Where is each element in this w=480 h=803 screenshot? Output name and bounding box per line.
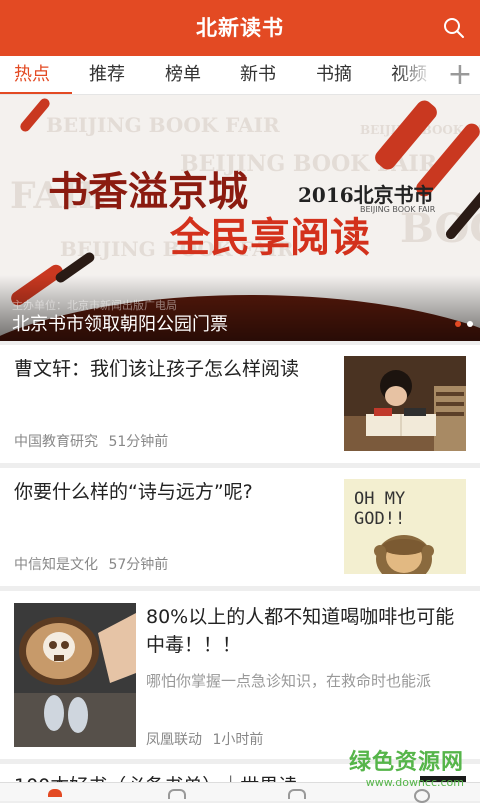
carousel-dot[interactable] <box>467 321 473 327</box>
article-time: 1小时前 <box>212 732 264 748</box>
site-watermark-name: 绿色资源网 <box>348 750 464 775</box>
tab-fade <box>395 56 435 94</box>
article-card[interactable]: 曹文轩：我们该让孩子怎么样阅读 中国教育研究 51分钟前 <box>0 345 480 463</box>
profile-icon[interactable] <box>414 789 430 803</box>
article-card[interactable]: 80%以上的人都不知道喝咖啡也可能中毒！！！ 哪怕你掌握一点急诊知识，在救命时也… <box>0 591 480 759</box>
article-source: 中国教育研究 <box>14 434 98 450</box>
app-header: 北新读书 <box>0 0 480 56</box>
tab-excerpts[interactable]: 书摘 <box>316 56 352 94</box>
add-tab-button[interactable]: + <box>442 58 478 94</box>
app-title: 北新读书 <box>196 16 284 40</box>
banner-caption[interactable]: 北京书市领取朝阳公园门票 <box>12 310 228 336</box>
article-time: 51分钟前 <box>108 434 169 450</box>
article-card[interactable]: 你要什么样的“诗与远方”呢? 中信知是文化 57分钟前 OH MY GOD!! <box>0 468 480 586</box>
banner-headline-2: 全民享阅读 <box>170 214 370 261</box>
article-summary: 哪怕你掌握一点急诊知识，在救命时也能派 <box>146 672 432 690</box>
discover-icon[interactable] <box>168 789 186 799</box>
active-tab-indicator <box>0 92 72 94</box>
banner-watermark-text: BEIJING BOOK FAIR <box>46 113 280 137</box>
tab-new-books[interactable]: 新书 <box>240 56 276 94</box>
site-watermark: 绿色资源网 www.downcc.com <box>349 744 464 789</box>
article-meta: 中信知是文化 57分钟前 <box>14 554 168 574</box>
article-time: 57分钟前 <box>108 557 169 573</box>
home-icon[interactable] <box>48 789 62 797</box>
article-thumbnail[interactable] <box>344 356 466 451</box>
article-thumbnail[interactable]: OH MY GOD!! <box>344 479 466 574</box>
banner-year-label: 2016北京书市 <box>298 183 434 207</box>
article-meta: 凤凰联动 1小时前 <box>146 729 263 749</box>
search-icon[interactable] <box>440 14 468 42</box>
article-title[interactable]: 80%以上的人都不知道喝咖啡也可能中毒！！！ <box>146 603 466 659</box>
article-title[interactable]: 你要什么样的“诗与远方”呢? <box>14 478 334 506</box>
hero-banner[interactable]: BEIJING BOOK FAIR BEIJING BOOK FAIR BEIJ… <box>0 95 480 341</box>
article-source: 凤凰联动 <box>146 732 202 748</box>
article-source: 中信知是文化 <box>14 557 98 573</box>
banner-brand-en: BEIJING BOOK FAIR <box>360 205 436 214</box>
tab-hot[interactable]: 热点 <box>14 56 50 94</box>
article-meta: 中国教育研究 51分钟前 <box>14 431 168 451</box>
tab-recommend[interactable]: 推荐 <box>89 56 125 94</box>
site-watermark-url: www.downcc.com <box>365 776 464 789</box>
tab-rankings[interactable]: 榜单 <box>165 56 201 94</box>
article-title[interactable]: 曹文轩：我们该让孩子怎么样阅读 <box>14 355 334 383</box>
article-title[interactable]: 100本好书（必备书单）｜世界读 <box>14 772 334 782</box>
bookshelf-icon[interactable] <box>288 789 306 799</box>
carousel-dot-active[interactable] <box>455 321 461 327</box>
article-thumbnail[interactable] <box>14 603 136 747</box>
